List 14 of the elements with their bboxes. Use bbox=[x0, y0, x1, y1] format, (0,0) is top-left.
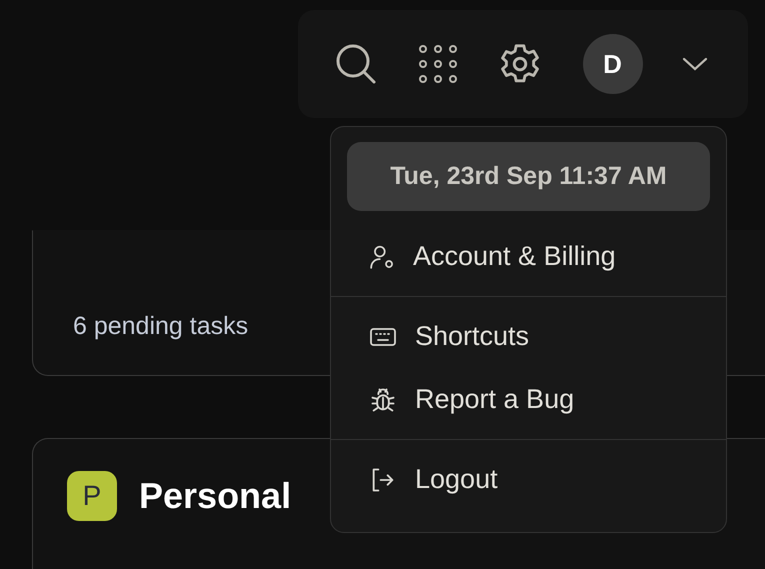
search-icon[interactable] bbox=[334, 42, 378, 86]
grid-icon[interactable] bbox=[418, 44, 458, 84]
user-avatar[interactable]: D bbox=[582, 34, 642, 94]
project-title: Personal bbox=[139, 474, 292, 518]
bug-menu-item[interactable]: Report a Bug bbox=[331, 368, 726, 431]
account-menu-item[interactable]: Account & Billing bbox=[331, 225, 726, 288]
date-time-pill: Tue, 23rd Sep 11:37 AM bbox=[347, 142, 710, 211]
project-badge: P bbox=[67, 471, 117, 521]
user-icon bbox=[369, 244, 395, 270]
bug-icon bbox=[369, 386, 397, 414]
chevron-down-icon[interactable] bbox=[682, 57, 708, 71]
pending-tasks-text: 6 pending tasks bbox=[73, 312, 248, 341]
shortcuts-menu-item[interactable]: Shortcuts bbox=[331, 305, 726, 368]
logout-menu-item[interactable]: Logout bbox=[331, 448, 726, 511]
